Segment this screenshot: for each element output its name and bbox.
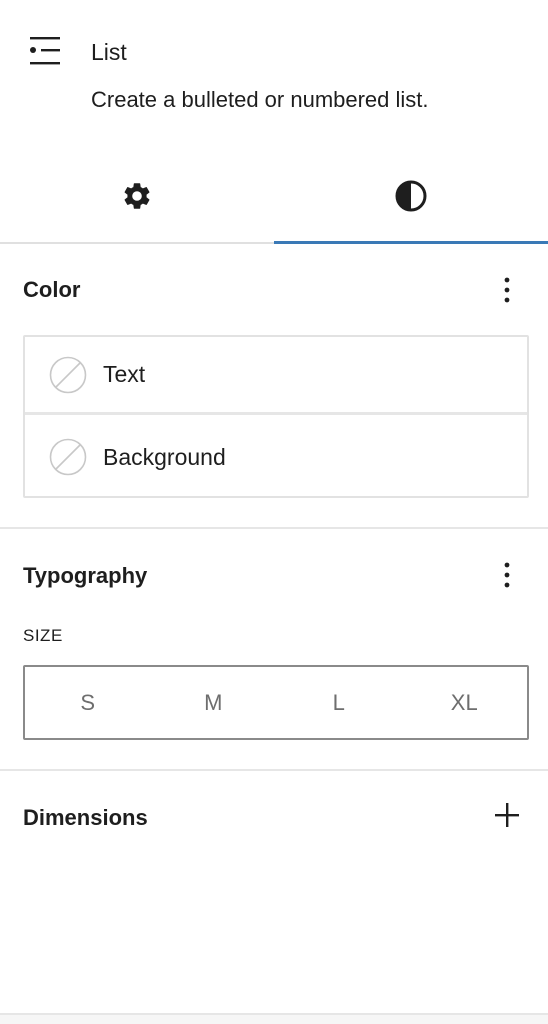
color-items-group: Text Background (23, 335, 529, 498)
color-item-background[interactable]: Background (25, 418, 527, 496)
dimensions-add-button[interactable] (492, 799, 522, 835)
block-title: List (91, 39, 127, 65)
block-description: Create a bulleted or numbered list. (91, 87, 429, 112)
gear-icon (121, 180, 153, 212)
color-section-title: Color (23, 277, 81, 302)
size-option-xl[interactable]: XL (402, 667, 528, 738)
no-color-swatch-icon (49, 356, 87, 394)
size-option-l[interactable]: L (276, 667, 402, 738)
section-divider (0, 527, 548, 529)
color-item-label: Background (103, 443, 226, 470)
more-vertical-icon (504, 276, 510, 304)
inspector-tabs (0, 150, 548, 244)
more-vertical-icon (504, 561, 510, 589)
block-inspector: List Create a bulleted or numbered list.… (0, 0, 548, 1024)
typography-options-button[interactable] (492, 555, 522, 595)
tab-settings[interactable] (0, 150, 274, 242)
size-option-s[interactable]: S (25, 667, 151, 738)
typography-section-title: Typography (23, 563, 148, 588)
bottom-divider (0, 1013, 548, 1024)
dimensions-section-title: Dimensions (23, 805, 148, 830)
color-item-label: Text (103, 361, 146, 387)
size-option-m[interactable]: M (151, 667, 277, 738)
font-size-picker: S M L XL (23, 665, 529, 740)
color-options-button[interactable] (492, 270, 522, 310)
tab-styles[interactable] (274, 150, 548, 244)
list-icon (28, 34, 62, 68)
block-card: List Create a bulleted or numbered list. (0, 0, 548, 150)
no-color-swatch-icon (49, 438, 87, 476)
section-divider (0, 769, 548, 771)
plus-icon (494, 802, 520, 833)
color-item-text[interactable]: Text (25, 337, 527, 415)
font-size-label: SIZE (23, 626, 63, 645)
contrast-icon (394, 179, 428, 213)
